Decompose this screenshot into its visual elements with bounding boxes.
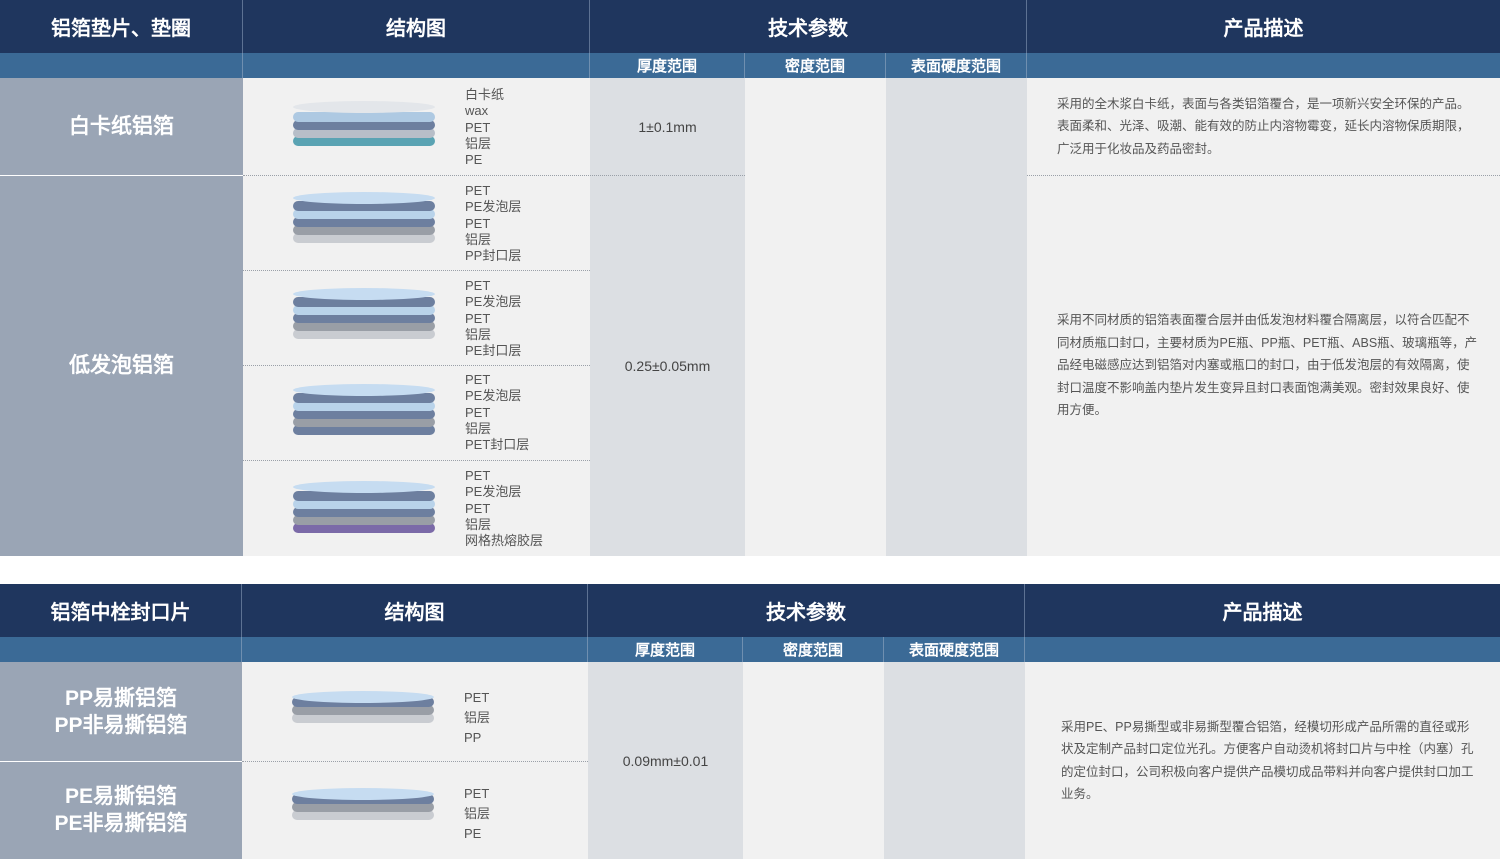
layer-label: PET封口层 xyxy=(465,437,530,453)
category-header: 铝箔中栓封口片 xyxy=(0,584,242,637)
layered-disk-diagram xyxy=(293,481,435,533)
category-header: 铝箔垫片、垫圈 xyxy=(0,0,243,53)
density-column xyxy=(745,78,886,556)
layer-label: 铝层 xyxy=(465,326,492,342)
row-label-pe-foil: PE易撕铝箔 PE非易撕铝箔 xyxy=(0,761,242,859)
density-subheader: 密度范围 xyxy=(743,637,884,662)
layer-list: PET PE发泡层 PET 铝层 PE封口层 xyxy=(465,278,521,359)
tech-params-header: 技术参数 xyxy=(590,0,1027,53)
layered-disk-diagram xyxy=(292,691,434,723)
description-header: 产品描述 xyxy=(1025,584,1500,637)
layer-label: PP xyxy=(464,730,482,745)
layer-label: PET xyxy=(465,500,491,516)
layered-disk-diagram xyxy=(293,192,435,243)
row-divider xyxy=(0,761,242,762)
row-divider xyxy=(1027,175,1500,176)
layer-label: PE发泡层 xyxy=(465,294,522,310)
layer-label: PET xyxy=(464,690,490,705)
density-subheader: 密度范围 xyxy=(745,53,886,78)
layer-label: 铝层 xyxy=(465,135,492,151)
description-text: 采用的全木浆白卡纸，表面与各类铝箔覆合，是一项新兴安全环保的产品。表面柔和、光泽… xyxy=(1027,78,1500,175)
hardness-column xyxy=(884,662,1025,859)
layer-label: PET xyxy=(465,119,491,135)
row-divider xyxy=(242,761,588,762)
layer-label: PET xyxy=(465,468,491,483)
layer-label: PP封口层 xyxy=(465,248,522,264)
row-label-low-foam-foil: 低发泡铝箔 xyxy=(0,175,243,556)
row-label-line: PE非易撕铝箔 xyxy=(54,812,188,835)
layer-label: PET xyxy=(465,372,491,387)
thickness-value: 0.25±0.05mm xyxy=(590,175,745,556)
layered-disk-diagram xyxy=(293,101,435,146)
thickness-subheader: 厚度范围 xyxy=(590,53,745,78)
layered-disk-diagram xyxy=(292,788,434,820)
density-column xyxy=(743,662,884,859)
description-text: 采用PE、PP易撕型或非易撕型覆合铝箔，经模切形成产品所需的直径或形状及定制产品… xyxy=(1025,662,1500,859)
subheader-blank xyxy=(243,53,590,78)
row-divider xyxy=(243,460,590,461)
layer-label: 铝层 xyxy=(465,516,492,532)
layer-label: PET xyxy=(465,404,491,420)
hardness-subheader: 表面硬度范围 xyxy=(886,53,1027,78)
row-divider xyxy=(243,270,590,271)
layer-label: 白卡纸 xyxy=(465,87,505,102)
layer-label: 铝层 xyxy=(465,231,492,247)
layer-list: PET 铝层 PP xyxy=(464,688,490,748)
thickness-value: 1±0.1mm xyxy=(590,78,745,175)
layer-label: PE封口层 xyxy=(465,343,522,359)
subheader-blank xyxy=(242,637,588,662)
thickness-subheader: 厚度范围 xyxy=(588,637,743,662)
layer-label: PET xyxy=(465,310,491,326)
row-divider xyxy=(0,175,243,176)
foil-gasket-table: 铝箔垫片、垫圈 结构图 技术参数 产品描述 厚度范围 密度范围 表面硬度范围 白… xyxy=(0,0,1500,556)
subheader-blank xyxy=(1025,637,1500,662)
layer-label: 铝层 xyxy=(464,806,491,821)
description-header: 产品描述 xyxy=(1027,0,1500,53)
structure-header: 结构图 xyxy=(243,0,590,53)
layer-label: 铝层 xyxy=(465,420,492,436)
subheader-blank xyxy=(0,53,243,78)
hardness-subheader: 表面硬度范围 xyxy=(884,637,1025,662)
layer-list: 白卡纸 wax PET 铝层 PE xyxy=(465,87,504,168)
structure-header: 结构图 xyxy=(242,584,588,637)
layer-label: PE发泡层 xyxy=(465,199,522,215)
row-label-white-card-foil: 白卡纸铝箔 xyxy=(0,78,243,175)
row-label-line: PP非易撕铝箔 xyxy=(54,713,188,737)
layer-label: PE xyxy=(465,152,483,168)
description-text: 采用不同材质的铝箔表面覆合层并由低发泡材料覆合隔离层，以符合匹配不同材质瓶口封口… xyxy=(1027,175,1500,556)
tech-params-header: 技术参数 xyxy=(588,584,1025,637)
row-label-line: PP易撕铝箔 xyxy=(64,686,177,710)
layer-label: PET xyxy=(465,183,491,198)
description-seal: 采用PE、PP易撕型或非易撕型覆合铝箔，经模切形成产品所需的直径或形状及定制产品… xyxy=(1061,719,1474,802)
layer-list: PET PE发泡层 PET 铝层 PET封口层 xyxy=(465,372,529,453)
layer-label: 网格热熔胶层 xyxy=(465,533,544,549)
foil-seal-table: 铝箔中栓封口片 结构图 技术参数 产品描述 厚度范围 密度范围 表面硬度范围 P… xyxy=(0,584,1500,859)
layer-label: PE发泡层 xyxy=(465,484,522,500)
hardness-column xyxy=(886,78,1027,556)
row-label-pp-foil: PP易撕铝箔 PP非易撕铝箔 xyxy=(0,662,242,761)
layer-label: PE xyxy=(464,826,482,841)
row-label-line: PE易撕铝箔 xyxy=(64,785,177,808)
layer-label: PET xyxy=(464,786,490,801)
layer-list: PET 铝层 PE xyxy=(464,784,490,844)
layer-label: PET xyxy=(465,215,491,231)
layer-label: PET xyxy=(465,278,491,293)
layered-disk-diagram xyxy=(293,288,435,339)
thickness-value: 0.09mm±0.01 xyxy=(588,662,743,859)
subheader-blank xyxy=(1027,53,1500,78)
layer-label: 铝层 xyxy=(464,710,491,725)
description-low-foam: 采用不同材质的铝箔表面覆合层并由低发泡材料覆合隔离层，以符合匹配不同材质瓶口封口… xyxy=(1057,313,1478,418)
description-white-card: 采用的全木浆白卡纸，表面与各类铝箔覆合，是一项新兴安全环保的产品。表面柔和、光泽… xyxy=(1057,96,1470,156)
row-divider xyxy=(243,365,590,366)
layer-list: PET PE发泡层 PET 铝层 PP封口层 xyxy=(465,183,521,264)
layer-label: PE发泡层 xyxy=(465,388,522,404)
layered-disk-diagram xyxy=(293,384,435,435)
layer-label: wax xyxy=(465,103,489,119)
layer-list: PET PE发泡层 PET 铝层 网格热熔胶层 xyxy=(465,468,543,549)
subheader-blank xyxy=(0,637,242,662)
row-divider xyxy=(243,175,745,176)
